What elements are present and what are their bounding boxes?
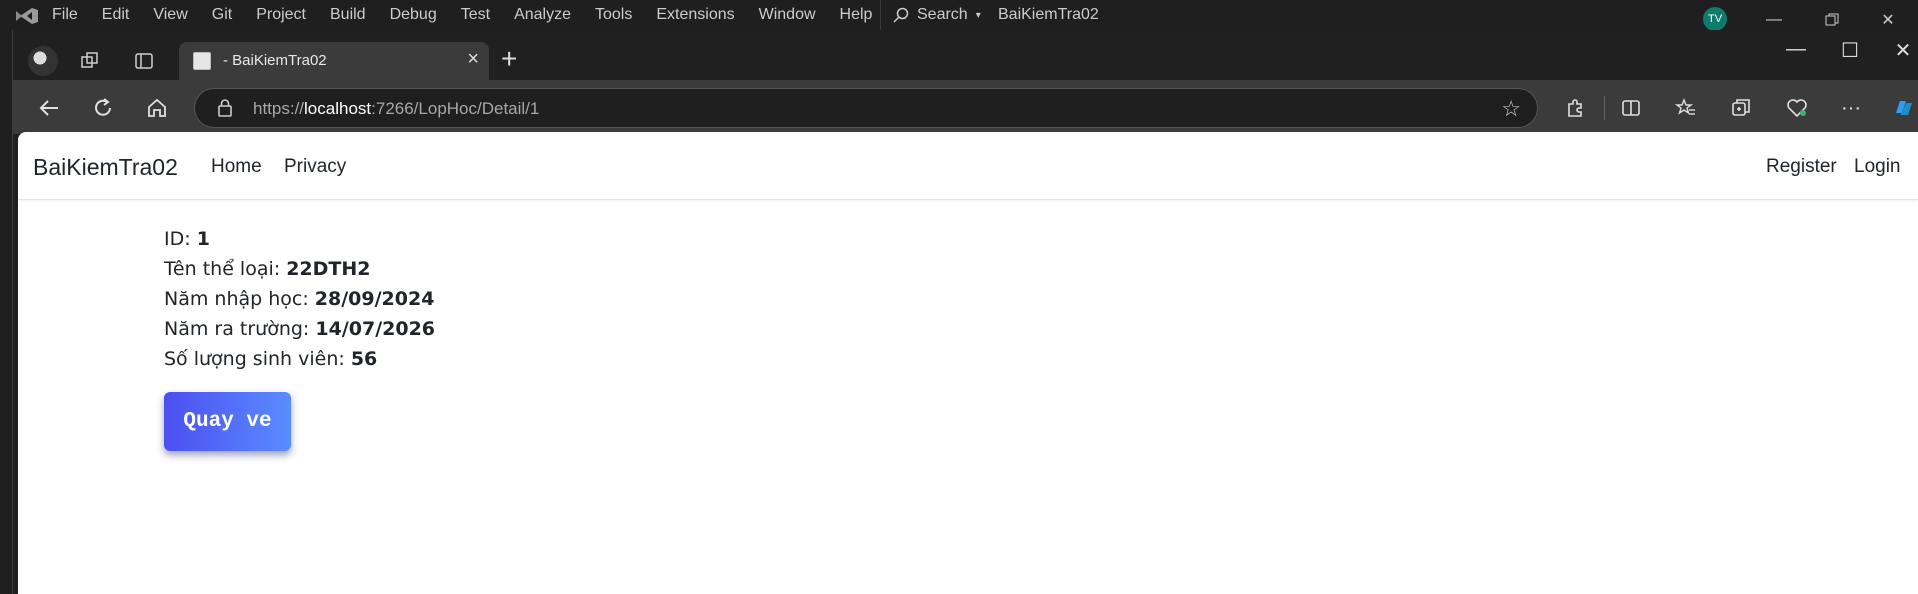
lock-icon[interactable] bbox=[217, 99, 233, 117]
url-scheme: https:// bbox=[253, 99, 305, 118]
browser-essentials-icon[interactable] bbox=[1781, 92, 1813, 124]
page-favicon-icon bbox=[193, 52, 211, 70]
nav-login-link[interactable]: Login bbox=[1854, 156, 1901, 178]
url-text[interactable]: https://localhost:7266/LopHoc/Detail/1 bbox=[253, 99, 539, 119]
browser-close-icon[interactable]: ✕ bbox=[1883, 38, 1918, 63]
collections-icon[interactable] bbox=[1725, 92, 1757, 124]
detail-value: 1 bbox=[196, 228, 210, 250]
menu-help[interactable]: Help bbox=[840, 6, 873, 24]
nav-register-link[interactable]: Register bbox=[1766, 156, 1837, 178]
copilot-icon[interactable] bbox=[1887, 92, 1918, 124]
nav-privacy-link[interactable]: Privacy bbox=[284, 156, 346, 178]
back-arrow-icon[interactable] bbox=[33, 92, 65, 124]
workspaces-icon[interactable] bbox=[75, 46, 105, 76]
browser-minimize-icon[interactable]: — bbox=[1776, 38, 1816, 61]
nav-home-link[interactable]: Home bbox=[211, 156, 262, 178]
url-host: localhost bbox=[304, 99, 372, 118]
tab-actions-icon[interactable] bbox=[129, 46, 159, 76]
site-navbar: BaiKiemTra02 Home Privacy Register Login bbox=[18, 132, 1918, 200]
detail-label: Tên thể loại: bbox=[164, 258, 287, 280]
user-avatar[interactable]: TV bbox=[1703, 7, 1727, 31]
address-bar[interactable]: https://localhost:7266/LopHoc/Detail/1 ☆ bbox=[194, 88, 1538, 128]
home-icon[interactable] bbox=[141, 92, 173, 124]
favorite-star-icon[interactable]: ☆ bbox=[1501, 96, 1521, 122]
detail-value: 22DTH2 bbox=[286, 258, 371, 280]
detail-row-start-year: Năm nhập học: 28/09/2024 bbox=[164, 284, 435, 314]
chevron-down-icon: ▾ bbox=[975, 9, 981, 21]
detail-value: 56 bbox=[350, 348, 378, 370]
vs-search-label: Search bbox=[917, 6, 968, 23]
menu-test[interactable]: Test bbox=[461, 6, 490, 24]
detail-label: Số lượng sinh viên: bbox=[164, 348, 351, 370]
more-options-icon[interactable]: ··· bbox=[1835, 92, 1867, 124]
detail-value: 14/07/2026 bbox=[315, 318, 436, 340]
browser-toolbar: https://localhost:7266/LopHoc/Detail/1 ☆… bbox=[13, 80, 1918, 134]
detail-label: Năm nhập học: bbox=[164, 288, 315, 310]
tab-strip: - BaiKiemTra02 × + — ☐ ✕ bbox=[13, 30, 1918, 80]
detail-row-id: ID: 1 bbox=[164, 224, 435, 254]
menu-window[interactable]: Window bbox=[759, 6, 816, 24]
search-icon bbox=[893, 7, 909, 23]
new-tab-icon[interactable]: + bbox=[501, 45, 517, 73]
toolbar-divider bbox=[1604, 96, 1605, 120]
menu-file[interactable]: File bbox=[52, 6, 78, 24]
detail-label: ID: bbox=[164, 228, 197, 250]
menu-build[interactable]: Build bbox=[330, 6, 366, 24]
menu-git[interactable]: Git bbox=[212, 6, 232, 24]
vs-window-title: BaiKiemTra02 bbox=[998, 6, 1099, 23]
vs-menubar: File Edit View Git Project Build Debug T… bbox=[0, 0, 1918, 31]
vs-search-button[interactable]: Search ▾ bbox=[880, 0, 981, 30]
tab-close-icon[interactable]: × bbox=[467, 48, 479, 71]
visual-studio-logo-icon bbox=[16, 8, 38, 24]
vs-menu: File Edit View Git Project Build Debug T… bbox=[52, 0, 896, 30]
detail-row-student-count: Số lượng sinh viên: 56 bbox=[164, 344, 435, 374]
tab-title: - BaiKiemTra02 bbox=[223, 52, 327, 69]
split-screen-icon[interactable] bbox=[1615, 92, 1647, 124]
menu-extensions[interactable]: Extensions bbox=[656, 6, 734, 24]
menu-debug[interactable]: Debug bbox=[390, 6, 437, 24]
tab-active[interactable]: - BaiKiemTra02 × bbox=[179, 42, 489, 80]
menu-view[interactable]: View bbox=[153, 6, 187, 24]
page-viewport: BaiKiemTra02 Home Privacy Register Login… bbox=[18, 132, 1918, 594]
menu-edit[interactable]: Edit bbox=[102, 6, 130, 24]
refresh-icon[interactable] bbox=[87, 92, 119, 124]
back-button[interactable]: Quay ve bbox=[164, 392, 291, 451]
browser-maximize-icon[interactable]: ☐ bbox=[1830, 38, 1870, 63]
detail-row-end-year: Năm ra trường: 14/07/2026 bbox=[164, 314, 435, 344]
menu-project[interactable]: Project bbox=[256, 6, 306, 24]
site-brand-link[interactable]: BaiKiemTra02 bbox=[33, 154, 178, 181]
url-path: :7266/LopHoc/Detail/1 bbox=[371, 99, 540, 118]
detail-label: Năm ra trường: bbox=[164, 318, 316, 340]
detail-panel: ID: 1 Tên thể loại: 22DTH2 Năm nhập học:… bbox=[164, 224, 435, 374]
menu-tools[interactable]: Tools bbox=[595, 6, 632, 24]
profile-avatar-icon[interactable] bbox=[28, 46, 58, 76]
detail-row-name: Tên thể loại: 22DTH2 bbox=[164, 254, 435, 284]
favorites-icon[interactable] bbox=[1670, 92, 1702, 124]
menu-analyze[interactable]: Analyze bbox=[514, 6, 571, 24]
extensions-icon[interactable] bbox=[1559, 92, 1591, 124]
detail-value: 28/09/2024 bbox=[314, 288, 435, 310]
